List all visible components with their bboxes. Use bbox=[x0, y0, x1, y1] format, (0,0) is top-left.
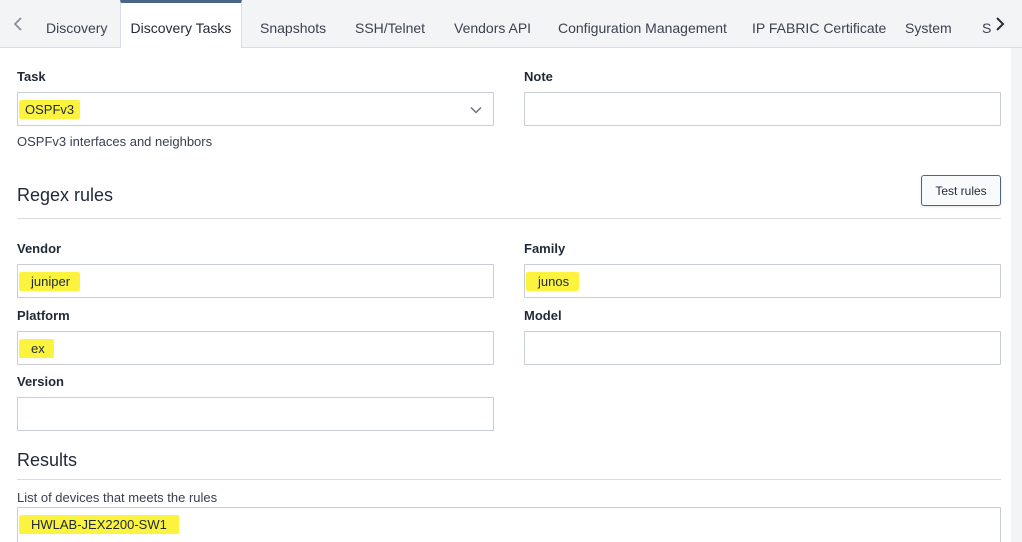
page-scrollbar[interactable] bbox=[1011, 48, 1022, 542]
version-input-value bbox=[19, 405, 31, 409]
family-input[interactable]: junos bbox=[524, 264, 1001, 298]
task-description: OSPFv3 interfaces and neighbors bbox=[17, 134, 213, 149]
task-select-value: OSPFv3 bbox=[19, 100, 81, 119]
vendor-input-value: juniper bbox=[19, 272, 81, 291]
platform-input-value: ex bbox=[19, 339, 54, 358]
note-label: Note bbox=[524, 69, 553, 84]
vendor-input[interactable]: juniper bbox=[17, 264, 494, 298]
tab-system[interactable]: System bbox=[905, 0, 952, 48]
tab-discovery-tasks[interactable]: Discovery Tasks bbox=[120, 0, 242, 49]
tab-bar: Discovery Discovery Tasks Snapshots SSH/… bbox=[0, 0, 1022, 49]
version-input[interactable] bbox=[17, 397, 494, 431]
chevron-right-icon[interactable] bbox=[990, 14, 1010, 34]
task-label: Task bbox=[17, 69, 46, 84]
chevron-left-icon[interactable] bbox=[8, 14, 28, 34]
model-label: Model bbox=[524, 308, 562, 323]
results-divider bbox=[17, 479, 1001, 480]
tab-discovery[interactable]: Discovery bbox=[46, 0, 107, 48]
results-device-list: HWLAB-JEX2200-SW1 bbox=[17, 507, 1001, 542]
test-rules-button[interactable]: Test rules bbox=[921, 175, 1001, 206]
tab-ip-fabric-certificate[interactable]: IP FABRIC Certificate bbox=[752, 0, 886, 48]
discovery-task-panel: Task OSPFv3 OSPFv3 interfaces and neighb… bbox=[0, 48, 1011, 542]
model-input[interactable] bbox=[524, 331, 1001, 365]
results-title: Results bbox=[17, 450, 78, 470]
regex-divider bbox=[17, 218, 1001, 219]
tab-vendors-api[interactable]: Vendors API bbox=[454, 0, 531, 48]
regex-rules-title: Regex rules bbox=[17, 185, 114, 205]
note-input-value bbox=[526, 100, 538, 104]
vendor-label: Vendor bbox=[17, 241, 62, 256]
family-input-value: junos bbox=[526, 272, 580, 291]
note-input[interactable] bbox=[524, 92, 1001, 126]
model-input-value bbox=[526, 339, 538, 343]
tab-configuration-management[interactable]: Configuration Management bbox=[558, 0, 727, 48]
tab-ssh-telnet[interactable]: SSH/Telnet bbox=[355, 0, 425, 48]
platform-input[interactable]: ex bbox=[17, 331, 494, 365]
task-select[interactable]: OSPFv3 bbox=[17, 92, 494, 126]
family-label: Family bbox=[524, 241, 566, 256]
result-device-item[interactable]: HWLAB-JEX2200-SW1 bbox=[19, 515, 179, 534]
tab-snapshots[interactable]: Snapshots bbox=[260, 0, 326, 48]
chevron-down-icon bbox=[469, 103, 483, 117]
results-list-label: List of devices that meets the rules bbox=[17, 490, 218, 505]
version-label: Version bbox=[17, 374, 64, 389]
platform-label: Platform bbox=[17, 308, 70, 323]
